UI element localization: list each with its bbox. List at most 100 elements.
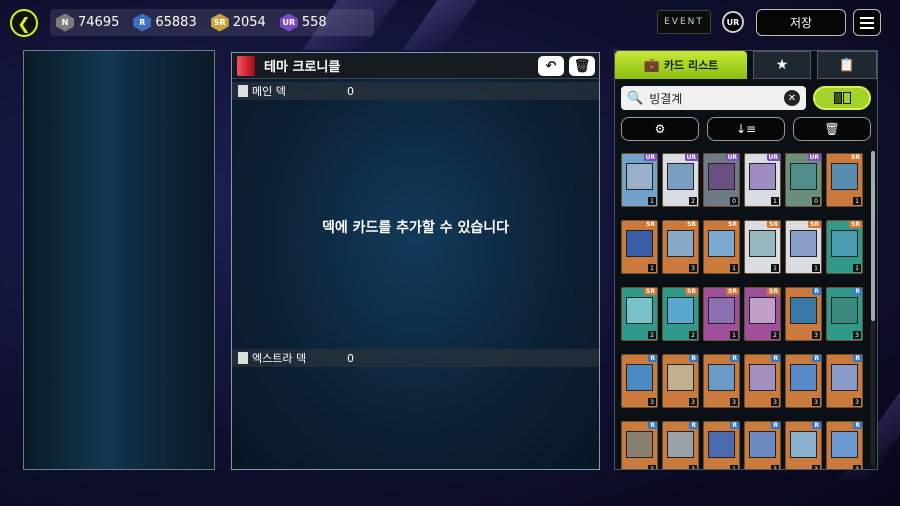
card-rarity-badge: UR (725, 154, 739, 161)
card-count: 3 (812, 331, 820, 339)
card-rarity-badge: R (853, 288, 862, 295)
card-tile[interactable]: SR 3 (662, 220, 699, 274)
back-button[interactable]: ❮ (10, 9, 38, 37)
card-tile[interactable]: R3 (826, 354, 863, 408)
card-art (708, 230, 735, 257)
card-count: 1 (730, 264, 738, 272)
deck-title[interactable]: 테마 크로니클 (264, 56, 340, 75)
card-list-scrollbar[interactable] (871, 151, 875, 467)
card-tile[interactable]: R3 (826, 421, 863, 469)
main-deck-label: 메인 덱 (252, 85, 286, 98)
card-count: 3 (771, 398, 779, 406)
card-count: 3 (689, 398, 697, 406)
card-tile[interactable]: SR 1 (785, 220, 822, 274)
card-count: 1 (853, 264, 861, 272)
card-tile[interactable]: R3 (826, 287, 863, 341)
card-tile[interactable]: UR 1 (744, 153, 781, 207)
card-tile[interactable]: SR 1 (744, 220, 781, 274)
card-tile[interactable]: SR 2 (621, 287, 658, 341)
search-input[interactable]: 빙결계 (649, 90, 682, 107)
card-tile[interactable]: UR 1 (621, 153, 658, 207)
card-rarity-badge: SR (849, 221, 862, 228)
card-rarity-badge: R (730, 355, 739, 362)
card-rarity-badge: R (812, 422, 821, 429)
card-rarity-badge: SR (849, 154, 862, 161)
filter-button[interactable]: ⚙ (621, 117, 699, 141)
card-tile[interactable]: R1 (703, 421, 740, 469)
card-tile[interactable]: R3 (785, 421, 822, 469)
ur-button[interactable]: UR (722, 11, 744, 33)
save-button[interactable]: 저장 (756, 9, 846, 36)
card-tile[interactable]: SR 1 (703, 287, 740, 341)
tab-card-list-label: 카드 리스트 (663, 59, 719, 72)
extra-deck-row: 엑스트라 덱 0 (232, 349, 599, 367)
card-tile[interactable]: UR 0 (703, 153, 740, 207)
clear-filter-button[interactable]: 🗑 (793, 117, 871, 141)
scrollbar-thumb[interactable] (871, 151, 875, 321)
card-art (831, 163, 858, 190)
card-tile[interactable]: UR 2 (662, 153, 699, 207)
card-tile[interactable]: SR 1 (621, 220, 658, 274)
card-count: 3 (648, 465, 656, 469)
currency-ur: UR 558 (279, 13, 327, 32)
card-tile[interactable]: R3 (744, 354, 781, 408)
card-tile[interactable]: SR 1 (703, 220, 740, 274)
menu-button[interactable] (853, 9, 881, 36)
currency-sr: SR 2054 (210, 13, 266, 32)
menu-icon (860, 16, 874, 19)
card-rarity-badge: SR (726, 221, 739, 228)
card-art (667, 431, 694, 458)
filter-sliders-icon: ⚙ (654, 122, 666, 136)
card-count: 2 (771, 331, 779, 339)
clipboard-icon: 📋 (838, 57, 856, 73)
main-deck-row: 메인 덱 0 (232, 82, 599, 100)
card-count: 1 (853, 197, 861, 205)
card-count: 1 (771, 197, 779, 205)
clear-deck-button[interactable]: 🗑 (569, 56, 595, 76)
card-tile[interactable]: R3 (703, 354, 740, 408)
card-rarity-badge: UR (643, 154, 657, 161)
search-field[interactable]: 🔍 빙결계 ✕ (621, 86, 806, 110)
card-tile[interactable]: R3 (662, 354, 699, 408)
deck-header: 테마 크로니클 ↶ 🗑 (232, 53, 599, 79)
rarity-sr-icon: SR (210, 13, 229, 32)
tab-card-list[interactable]: 💼 카드 리스트 (615, 51, 747, 79)
card-tile[interactable]: SR 1 (826, 220, 863, 274)
card-rarity-badge: R (689, 422, 698, 429)
card-rarity-badge: SR (726, 288, 739, 295)
close-icon[interactable]: ✕ (784, 90, 800, 106)
card-tile[interactable]: SR 1 (826, 153, 863, 207)
view-mode-toggle[interactable] (813, 86, 871, 110)
card-art (790, 297, 817, 324)
card-tile[interactable]: R3 (744, 421, 781, 469)
card-art (749, 230, 776, 257)
card-tile[interactable]: R3 (785, 354, 822, 408)
card-rarity-badge: SR (644, 221, 657, 228)
currency-value: 74695 (78, 15, 120, 30)
card-tile[interactable]: SR 2 (662, 287, 699, 341)
undo-button[interactable]: ↶ (538, 56, 564, 76)
extra-deck-label: 엑스트라 덱 (252, 352, 307, 365)
card-art (626, 431, 653, 458)
card-rarity-badge: SR (767, 221, 780, 228)
sort-button[interactable]: ↓≡ (707, 117, 785, 141)
card-tile[interactable]: SR 2 (744, 287, 781, 341)
card-rarity-badge: UR (684, 154, 698, 161)
briefcase-icon: 💼 (643, 57, 660, 73)
tab-favorites[interactable]: ★ (753, 51, 811, 79)
card-count: 3 (812, 398, 820, 406)
main-deck-count: 0 (347, 84, 354, 98)
card-tile[interactable]: R3 (662, 421, 699, 469)
card-art (667, 297, 694, 324)
card-tile[interactable]: R3 (785, 287, 822, 341)
card-rarity-badge: R (853, 422, 862, 429)
card-tile[interactable]: R3 (621, 421, 658, 469)
event-button[interactable]: EVENT (657, 10, 711, 34)
card-rarity-badge: R (812, 355, 821, 362)
card-count: 1 (812, 264, 820, 272)
card-preview-panel (23, 50, 215, 470)
card-rarity-badge: UR (807, 154, 821, 161)
card-tile[interactable]: R3 (621, 354, 658, 408)
card-tile[interactable]: UR 0 (785, 153, 822, 207)
tab-deck-list[interactable]: 📋 (817, 51, 877, 79)
